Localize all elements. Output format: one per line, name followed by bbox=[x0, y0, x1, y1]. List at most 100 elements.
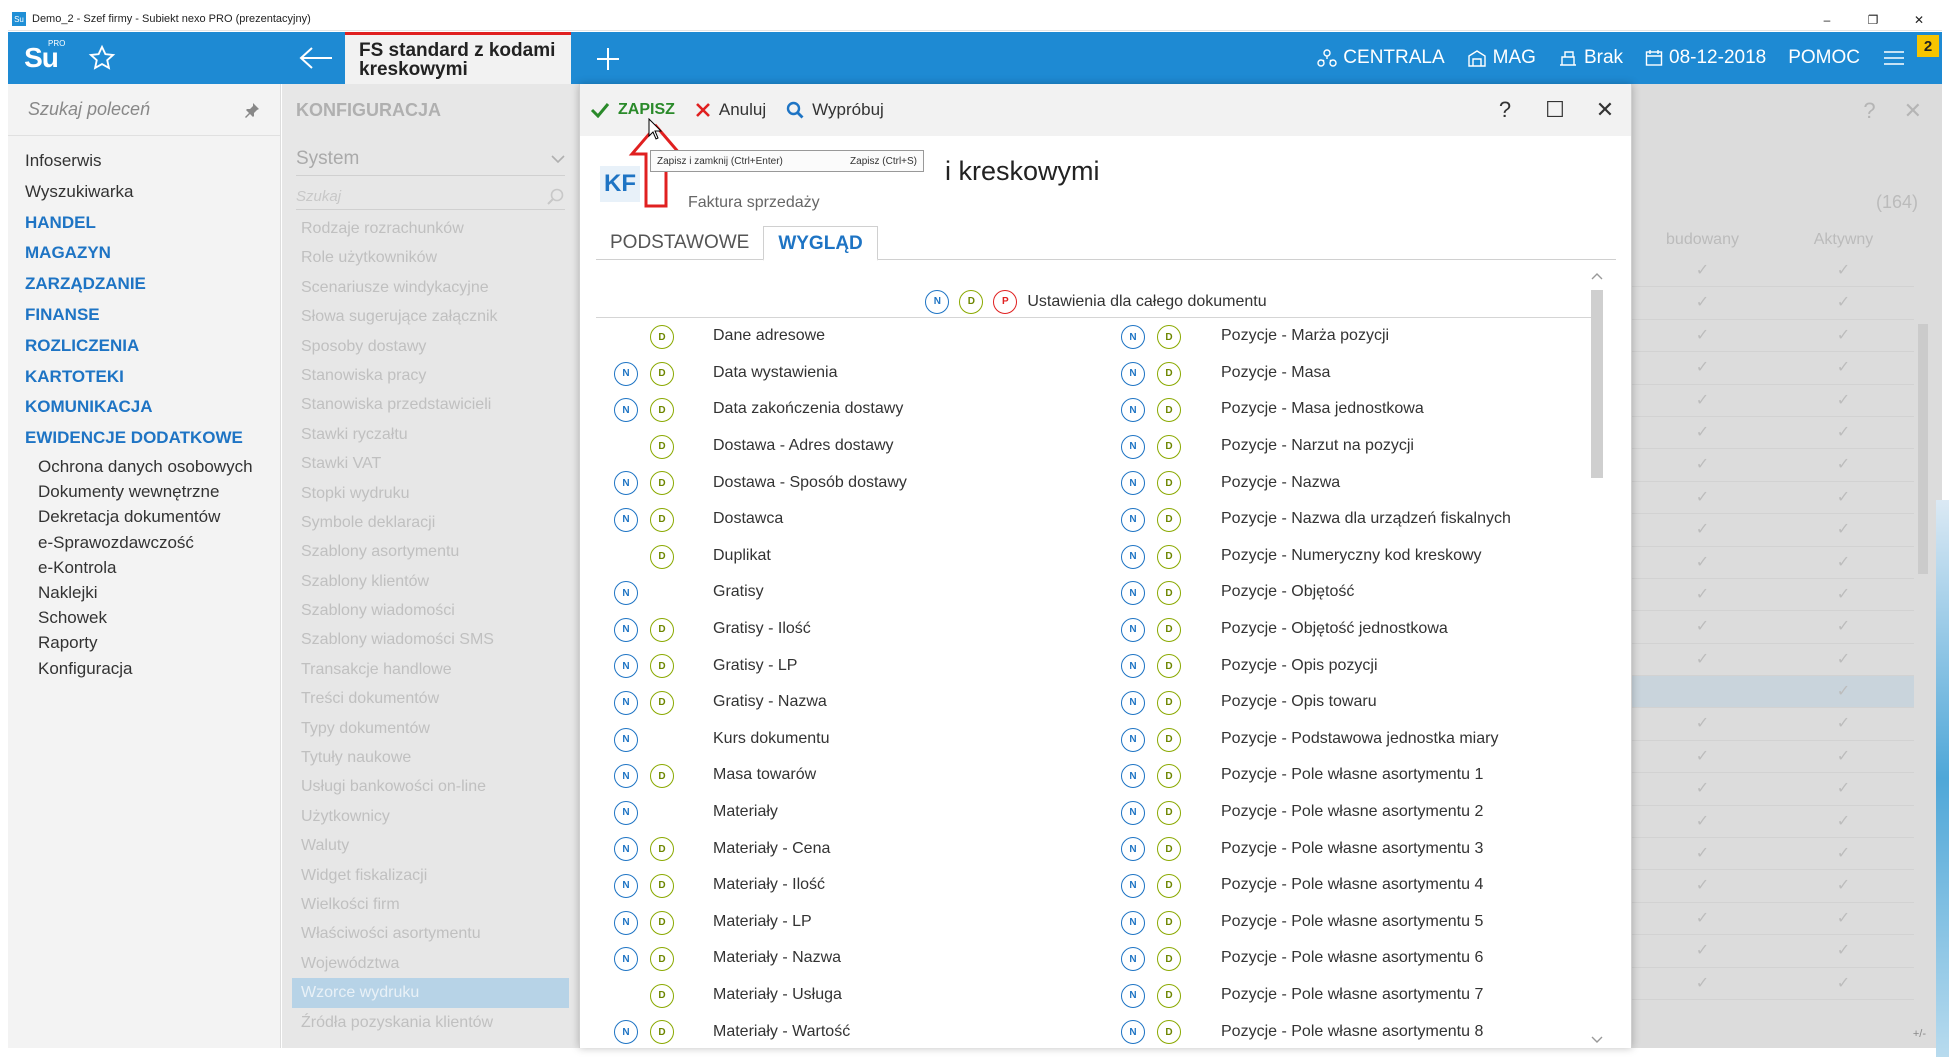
try-button[interactable]: Wypróbuj bbox=[776, 84, 894, 136]
config-list-item[interactable]: Wzorce wydruku bbox=[292, 978, 569, 1008]
n-toggle-icon[interactable]: N bbox=[1121, 983, 1145, 1008]
n-toggle-icon[interactable]: N bbox=[1121, 654, 1145, 679]
n-toggle-icon[interactable]: N bbox=[614, 617, 638, 642]
d-toggle-icon[interactable]: D bbox=[1157, 654, 1181, 679]
sidebar-item[interactable]: e-Kontrola bbox=[8, 555, 280, 580]
d-toggle-icon[interactable]: D bbox=[1157, 1020, 1181, 1045]
scroll-thumb[interactable] bbox=[1591, 290, 1603, 478]
sidebar-item[interactable]: Dekretacja dokumentów bbox=[8, 504, 280, 529]
n-toggle-icon[interactable]: N bbox=[614, 690, 638, 715]
menu-hamburger-icon[interactable] bbox=[1882, 48, 1906, 68]
sidebar-item[interactable]: Schowek bbox=[8, 605, 280, 630]
d-toggle-icon[interactable]: D bbox=[1157, 910, 1181, 935]
d-toggle-icon[interactable]: D bbox=[650, 398, 674, 423]
sidebar-item[interactable]: Wyszukiwarka bbox=[8, 177, 280, 208]
n-toggle-icon[interactable]: N bbox=[614, 398, 638, 423]
n-toggle-icon[interactable]: N bbox=[1121, 325, 1145, 349]
config-list-item[interactable]: Województwa bbox=[282, 949, 579, 978]
d-toggle-icon[interactable]: D bbox=[1157, 581, 1181, 606]
d-toggle-icon[interactable]: D bbox=[650, 910, 674, 935]
sidebar-item[interactable]: HANDEL bbox=[8, 208, 280, 239]
d-toggle-icon[interactable]: D bbox=[1157, 947, 1181, 972]
n-toggle-icon[interactable]: N bbox=[614, 1020, 638, 1045]
config-list-item[interactable]: Szablony wiadomości bbox=[282, 596, 579, 625]
sidebar-item[interactable]: Raporty bbox=[8, 630, 280, 655]
config-list-item[interactable]: Właściwości asortymentu bbox=[282, 919, 579, 948]
d-toggle-icon[interactable]: D bbox=[1157, 800, 1181, 825]
n-toggle-icon[interactable]: N bbox=[1121, 507, 1145, 532]
config-list-item[interactable]: Stanowiska przedstawicieli bbox=[282, 390, 579, 419]
config-list-item[interactable]: Użytkownicy bbox=[282, 802, 579, 831]
config-list-item[interactable]: Treści dokumentów bbox=[282, 684, 579, 713]
scroll-up-icon[interactable] bbox=[1590, 270, 1604, 284]
sidebar-item[interactable]: EWIDENCJE DODATKOWE bbox=[8, 423, 280, 454]
n-toggle-icon[interactable]: N bbox=[614, 873, 638, 898]
d-toggle-icon[interactable]: D bbox=[650, 434, 674, 459]
d-toggle-icon[interactable]: D bbox=[650, 764, 674, 789]
sidebar-item[interactable]: KOMUNIKACJA bbox=[8, 392, 280, 423]
d-toggle-icon[interactable]: D bbox=[650, 1020, 674, 1045]
config-list-item[interactable]: Słowa sugerujące załącznik bbox=[282, 302, 579, 331]
command-search-input[interactable]: Szukaj poleceń bbox=[28, 99, 150, 120]
d-toggle-icon[interactable]: D bbox=[1157, 434, 1181, 459]
config-list-item[interactable]: Symbole deklaracji bbox=[282, 508, 579, 537]
config-list-item[interactable]: Transakcje handlowe bbox=[282, 655, 579, 684]
d-toggle-icon[interactable]: D bbox=[650, 690, 674, 715]
config-list-item[interactable]: Wielkości firm bbox=[282, 890, 579, 919]
pin-icon[interactable] bbox=[244, 102, 260, 118]
d-toggle-icon[interactable]: D bbox=[1157, 983, 1181, 1008]
n-toggle-icon[interactable]: N bbox=[1121, 1020, 1145, 1045]
d-toggle-icon[interactable]: D bbox=[650, 873, 674, 898]
maximize-button[interactable]: ☐ bbox=[1543, 97, 1567, 123]
n-toggle-icon[interactable]: N bbox=[1121, 617, 1145, 642]
close-dialog-button[interactable]: ✕ bbox=[1593, 97, 1617, 123]
config-section-select[interactable]: System bbox=[296, 142, 565, 176]
n-toggle-icon[interactable]: N bbox=[614, 800, 638, 825]
d-toggle-icon[interactable]: D bbox=[650, 837, 674, 862]
favorites-star-icon[interactable] bbox=[88, 44, 116, 72]
config-list-item[interactable]: Stanowiska pracy bbox=[282, 361, 579, 390]
n-toggle-icon[interactable]: N bbox=[1121, 837, 1145, 862]
n-toggle-icon[interactable]: N bbox=[614, 361, 638, 386]
nav-date[interactable]: 08-12-2018 bbox=[1645, 47, 1766, 69]
config-list-item[interactable]: Tytuły naukowe bbox=[282, 743, 579, 772]
n-toggle-icon[interactable]: N bbox=[614, 764, 638, 789]
d-toggle-icon[interactable]: D bbox=[1157, 617, 1181, 642]
d-toggle-icon[interactable]: D bbox=[1157, 690, 1181, 715]
d-toggle-icon[interactable]: D bbox=[1157, 873, 1181, 898]
n-toggle-icon[interactable]: N bbox=[1121, 544, 1145, 569]
d-toggle-icon[interactable]: D bbox=[1157, 398, 1181, 423]
n-toggle-icon[interactable]: N bbox=[1121, 727, 1145, 752]
n-toggle-icon[interactable]: N bbox=[1121, 434, 1145, 459]
sidebar-item[interactable]: Dokumenty wewnętrzne bbox=[8, 479, 280, 504]
d-toggle-icon[interactable]: D bbox=[1157, 361, 1181, 386]
n-toggle-icon[interactable]: N bbox=[614, 654, 638, 679]
n-toggle-icon[interactable]: N bbox=[1121, 910, 1145, 935]
new-tab-plus-icon[interactable] bbox=[593, 44, 623, 74]
back-arrow-icon[interactable] bbox=[298, 46, 334, 70]
sidebar-item[interactable]: ROZLICZENIA bbox=[8, 331, 280, 362]
n-toggle-icon[interactable]: N bbox=[1121, 873, 1145, 898]
config-list-item[interactable]: Role użytkowników bbox=[282, 243, 579, 272]
config-list-item[interactable]: Stawki VAT bbox=[282, 449, 579, 478]
d-toggle-icon[interactable]: D bbox=[650, 544, 674, 569]
n-toggle-icon[interactable]: N bbox=[614, 507, 638, 532]
close-window-button[interactable]: ✕ bbox=[1896, 8, 1942, 31]
sidebar-item[interactable]: Ochrona danych osobowych bbox=[8, 454, 280, 479]
notification-badge[interactable]: 2 bbox=[1917, 35, 1939, 57]
d-toggle-icon[interactable]: D bbox=[959, 289, 984, 314]
minimize-button[interactable]: – bbox=[1804, 8, 1850, 31]
config-search-input[interactable]: Szukaj bbox=[296, 184, 565, 210]
n-toggle-icon[interactable]: N bbox=[614, 947, 638, 972]
n-toggle-icon[interactable]: N bbox=[1121, 361, 1145, 386]
sidebar-item[interactable]: Infoserwis bbox=[8, 146, 280, 177]
n-toggle-icon[interactable]: N bbox=[1121, 947, 1145, 972]
d-toggle-icon[interactable]: D bbox=[1157, 471, 1181, 496]
d-toggle-icon[interactable]: D bbox=[650, 361, 674, 386]
n-toggle-icon[interactable]: N bbox=[1121, 690, 1145, 715]
config-list-item[interactable]: Typy dokumentów bbox=[282, 714, 579, 743]
d-toggle-icon[interactable]: D bbox=[1157, 727, 1181, 752]
sidebar-item[interactable]: Naklejki bbox=[8, 580, 280, 605]
d-toggle-icon[interactable]: D bbox=[1157, 544, 1181, 569]
n-toggle-icon[interactable]: N bbox=[1121, 471, 1145, 496]
